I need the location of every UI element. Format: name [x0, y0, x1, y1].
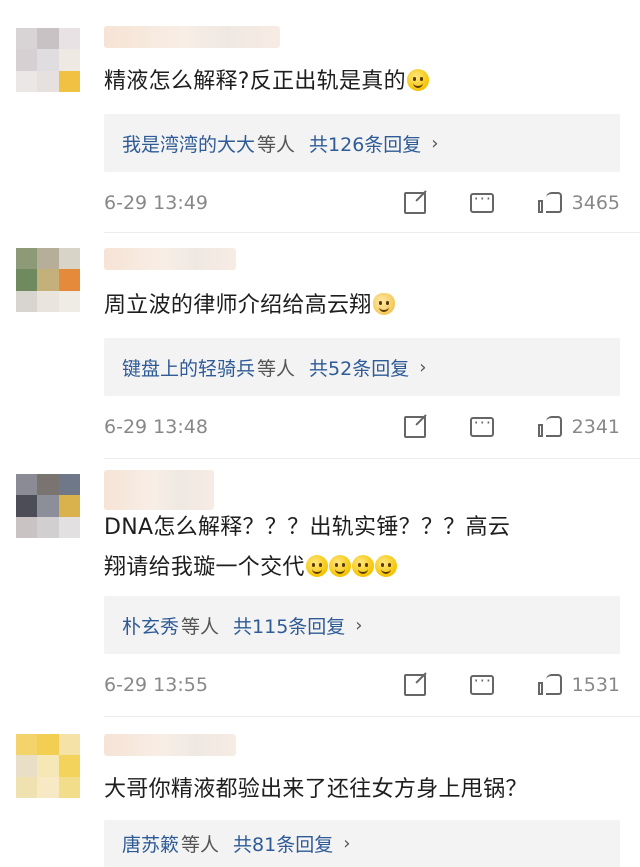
comment-meta: 6-29 13:55 1531 [104, 670, 620, 700]
like-icon[interactable] [537, 192, 562, 214]
chevron-right-icon: › [343, 833, 351, 854]
reply-suffix: 等人 [257, 133, 296, 156]
comment-icon[interactable] [469, 189, 494, 213]
smile-emoji-icon [406, 69, 429, 91]
reply-summary[interactable]: 键盘上的轻骑兵 等人 共52条回复 › [104, 338, 620, 396]
reply-summary[interactable]: 唐苏簌 等人 共81条回复 › [104, 820, 620, 867]
chevron-right-icon: › [355, 614, 363, 636]
timestamp: 6-29 13:48 [104, 416, 208, 438]
reply-total[interactable]: 共126条回复 [309, 130, 421, 157]
chevron-right-icon: › [419, 356, 427, 378]
cat-emoji-icon [372, 293, 395, 315]
reply-total[interactable]: 共52条回复 [309, 354, 409, 381]
timestamp: 6-29 13:49 [104, 192, 208, 214]
username-blurred[interactable] [104, 734, 236, 756]
comment-text: DNA怎么解释？？？出轨实锤？？？高云 翔请给我璇一个交代 [104, 515, 511, 580]
divider [104, 458, 640, 459]
avatar[interactable] [16, 28, 80, 92]
forward-icon[interactable] [403, 192, 426, 214]
divider [104, 716, 640, 717]
comment-text: 周立波的律师介绍给高云翔 [104, 286, 620, 326]
timestamp: 6-29 13:55 [104, 674, 208, 696]
username-blurred[interactable] [104, 470, 214, 510]
like-icon[interactable] [537, 674, 562, 696]
reply-summary[interactable]: 我是湾湾的大大 等人 共126条回复 › [104, 114, 620, 172]
like-count: 1531 [571, 674, 620, 696]
reply-summary[interactable]: 朴玄秀 等人 共115条回复 › [104, 596, 620, 654]
comment-text: 精液怎么解释?反正出轨是真的 [104, 62, 620, 102]
comment-meta: 6-29 13:49 3465 [104, 188, 620, 218]
forward-icon[interactable] [403, 674, 426, 696]
chevron-right-icon: › [431, 132, 439, 154]
reply-names[interactable]: 键盘上的轻骑兵 [122, 354, 255, 381]
avatar[interactable] [16, 734, 80, 798]
reply-names[interactable]: 朴玄秀 [122, 612, 179, 639]
smile-emoji-icon [305, 555, 328, 577]
like-count: 3465 [571, 192, 620, 214]
comment-1: 精液怎么解释?反正出轨是真的 我是湾湾的大大 等人 共126条回复 › 6-29… [0, 0, 640, 232]
smile-emoji-icon [328, 555, 351, 577]
username-blurred[interactable] [104, 248, 236, 270]
reply-suffix: 等人 [181, 615, 220, 638]
username-blurred[interactable] [104, 26, 280, 48]
comment-icon[interactable] [469, 413, 494, 437]
reply-suffix: 等人 [181, 834, 220, 856]
reply-total[interactable]: 共115条回复 [233, 612, 345, 639]
comment-icon[interactable] [469, 671, 494, 695]
reply-suffix: 等人 [257, 357, 296, 380]
comment-meta: 6-29 13:48 2341 [104, 412, 620, 442]
like-count: 2341 [571, 416, 620, 438]
reply-names[interactable]: 唐苏簌 [122, 830, 179, 857]
like-icon[interactable] [537, 416, 562, 438]
divider [104, 232, 640, 233]
comment-text: 大哥你精液都验出来了还往女方身上甩锅？ [104, 777, 528, 802]
reply-names[interactable]: 我是湾湾的大大 [122, 130, 255, 157]
reply-total[interactable]: 共81条回复 [233, 830, 333, 857]
avatar[interactable] [16, 248, 80, 312]
smile-emoji-icon [374, 555, 397, 577]
smile-emoji-icon [351, 555, 374, 577]
forward-icon[interactable] [403, 416, 426, 438]
avatar[interactable] [16, 474, 80, 538]
